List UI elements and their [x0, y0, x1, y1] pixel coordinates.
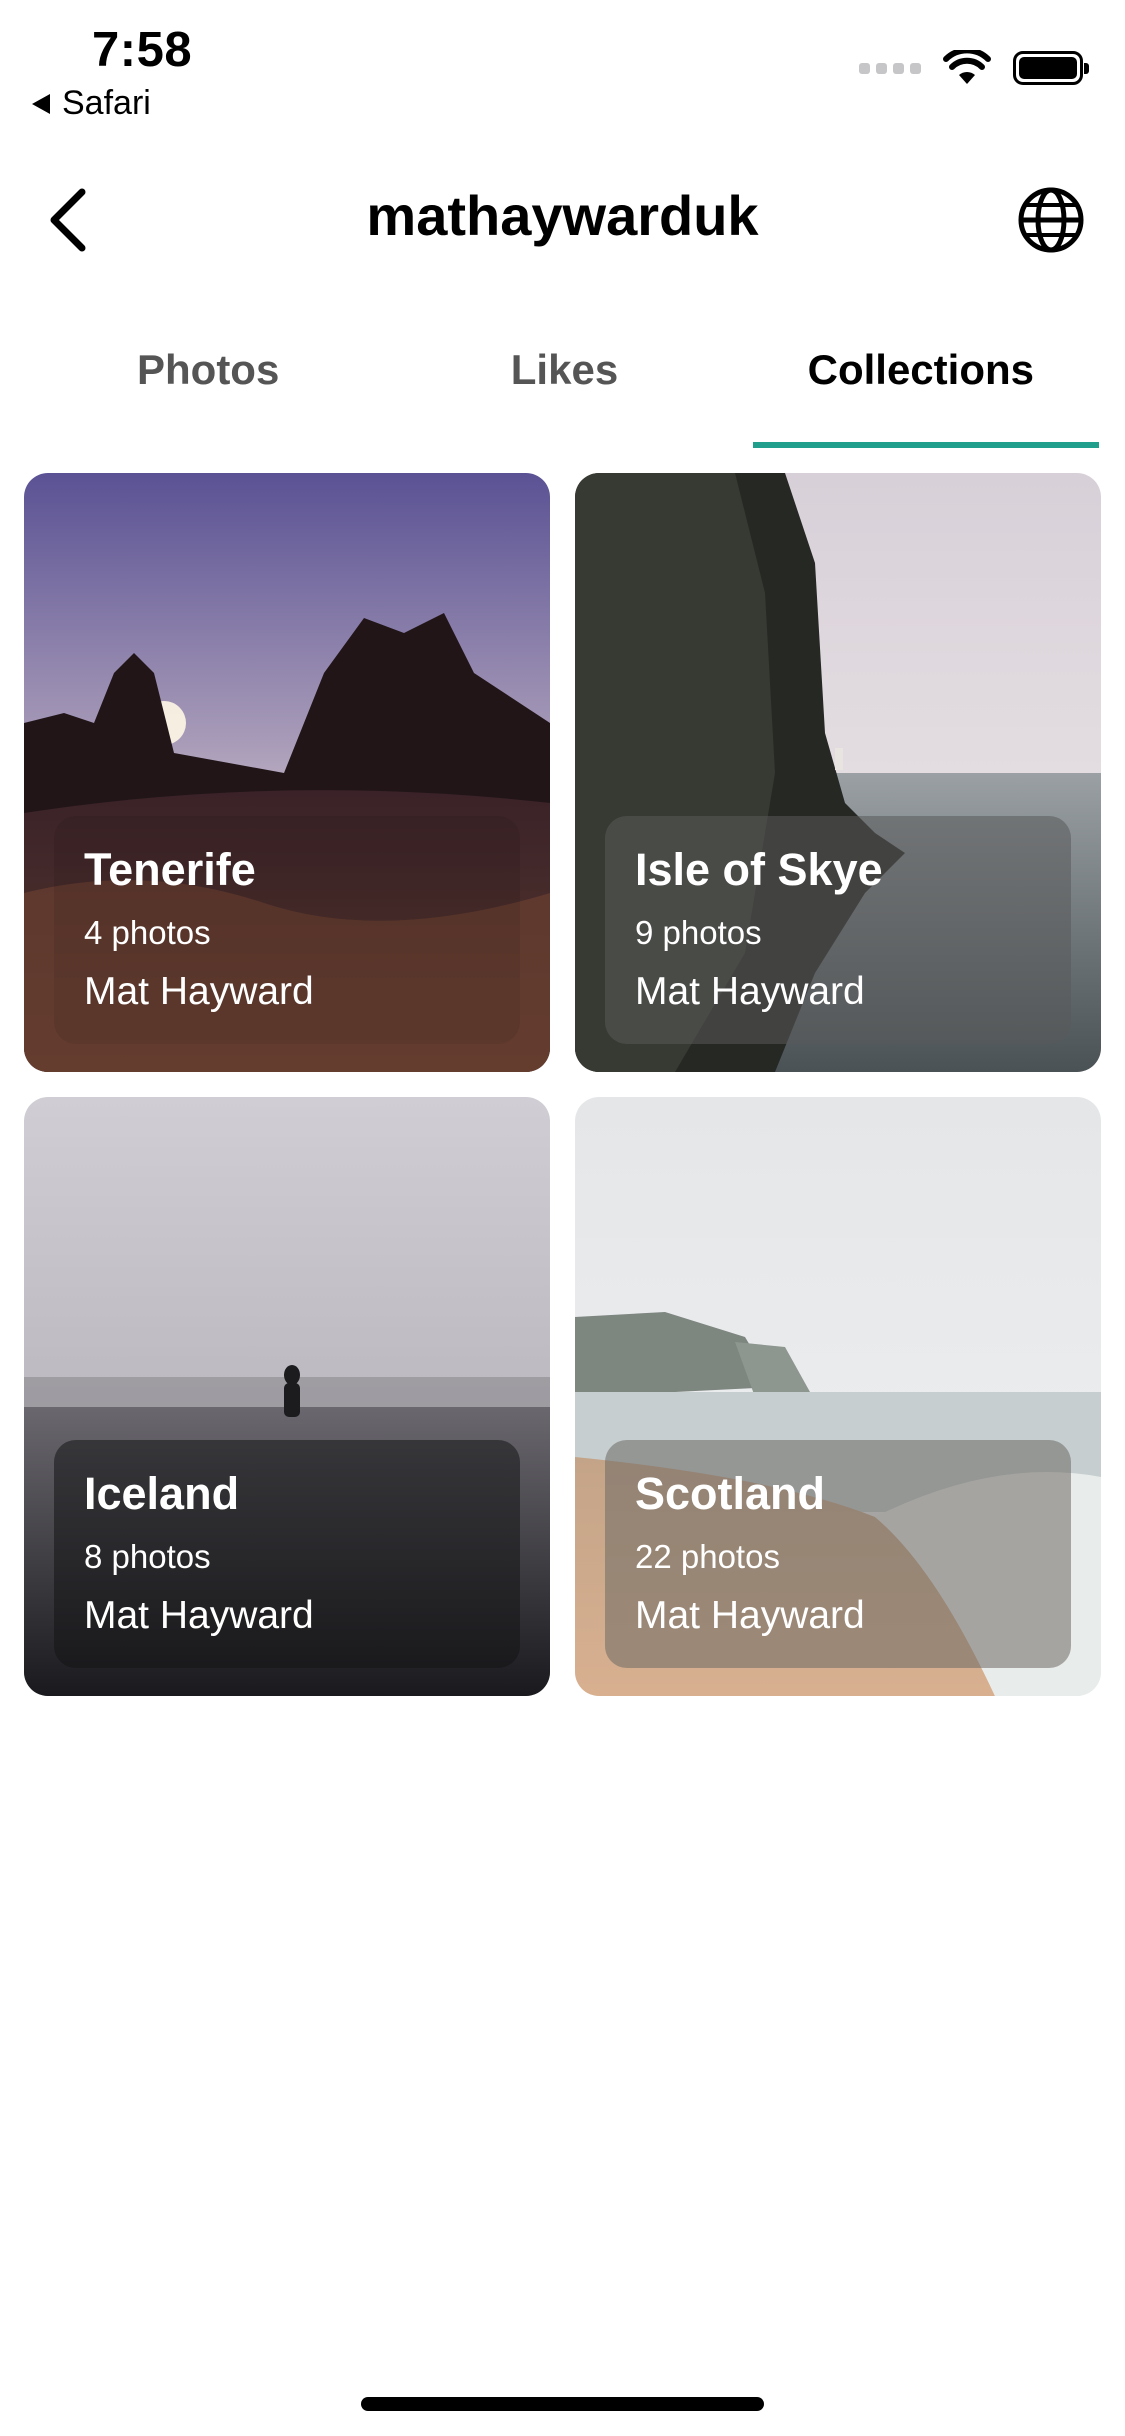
collection-title: Isle of Skye: [635, 844, 883, 895]
collection-author: Mat Hayward: [635, 970, 865, 1013]
collection-title: Iceland: [84, 1468, 240, 1519]
collection-info: Tenerife 4 photos Mat Hayward: [54, 816, 520, 1044]
battery-icon: [1013, 51, 1089, 85]
signal-icon: [859, 62, 921, 74]
collection-card-isle-of-skye[interactable]: Isle of Skye 9 photos Mat Hayward: [575, 473, 1101, 1072]
tab-likes[interactable]: Likes: [386, 330, 742, 448]
tab-bar: Photos Likes Collections: [30, 330, 1100, 448]
collection-author: Mat Hayward: [635, 1594, 865, 1637]
collection-count: 4 photos: [84, 914, 211, 951]
home-indicator[interactable]: [361, 2397, 764, 2411]
status-icons: [859, 50, 1089, 86]
collection-info: Scotland 22 photos Mat Hayward: [605, 1440, 1071, 1668]
status-time: 7:58: [92, 23, 193, 77]
collections-grid: Tenerife 4 photos Mat Hayward Isle of Sk…: [24, 473, 1101, 1696]
collection-author: Mat Hayward: [84, 1594, 314, 1637]
collection-count: 9 photos: [635, 914, 762, 951]
page-title: mathaywarduk: [366, 184, 759, 247]
globe-button[interactable]: [1015, 184, 1087, 256]
collection-card-scotland[interactable]: Scotland 22 photos Mat Hayward: [575, 1097, 1101, 1696]
back-to-safari[interactable]: Safari: [32, 84, 151, 123]
collection-card-tenerife[interactable]: Tenerife 4 photos Mat Hayward: [24, 473, 550, 1072]
screen: 7:58 Safari mathaywarduk Photos Likes Co…: [0, 0, 1125, 2436]
tab-collections[interactable]: Collections: [743, 330, 1100, 448]
tab-photos[interactable]: Photos: [30, 330, 386, 448]
back-triangle-icon: [32, 93, 50, 114]
globe-icon: [1018, 187, 1084, 253]
collection-title: Scotland: [635, 1468, 826, 1519]
collection-count: 8 photos: [84, 1538, 211, 1575]
collection-info: Isle of Skye 9 photos Mat Hayward: [605, 816, 1071, 1044]
collection-title: Tenerife: [84, 844, 256, 895]
collection-count: 22 photos: [635, 1538, 780, 1575]
collection-card-iceland[interactable]: Iceland 8 photos Mat Hayward: [24, 1097, 550, 1696]
collection-author: Mat Hayward: [84, 970, 314, 1013]
back-app-label: Safari: [62, 84, 151, 122]
collection-info: Iceland 8 photos Mat Hayward: [54, 1440, 520, 1668]
wifi-icon: [943, 50, 991, 84]
